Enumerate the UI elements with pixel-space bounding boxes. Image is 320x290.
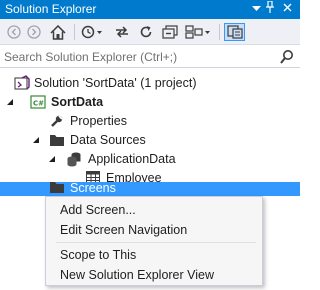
- collapse-all-icon[interactable]: [160, 23, 180, 41]
- tree-item-solution[interactable]: Solution 'SortData' (1 project): [0, 74, 300, 93]
- menu-item-new-solution-explorer-view[interactable]: New Solution Explorer View: [48, 265, 262, 285]
- search-input[interactable]: [4, 49, 274, 65]
- tree-item-label: Screens: [70, 181, 116, 195]
- folder-icon: [49, 181, 65, 197]
- menu-item-scope-to-this[interactable]: Scope to This: [48, 245, 262, 265]
- svg-text:C#: C#: [33, 100, 44, 108]
- tree-item-project[interactable]: C# SortData: [0, 93, 300, 112]
- tree-item-label: Data Sources: [70, 133, 146, 147]
- tree-item-label: Properties: [70, 114, 127, 128]
- window-title: Solution Explorer: [5, 2, 97, 16]
- close-icon[interactable]: [279, 1, 295, 17]
- forward-icon[interactable]: [25, 23, 43, 41]
- toolbar-separator: [74, 24, 75, 40]
- tree-item-application-data[interactable]: ApplicationData: [0, 150, 300, 169]
- tree-item-data-sources[interactable]: Data Sources: [0, 131, 300, 150]
- history-icon[interactable]: [80, 23, 106, 41]
- search-box: [0, 46, 300, 68]
- expanded-arrow-icon[interactable]: [32, 136, 41, 145]
- tree-item-label: ApplicationData: [88, 152, 176, 166]
- menu-item-label: Add Screen...: [60, 203, 136, 217]
- database-icon: [66, 151, 82, 167]
- sync-icon[interactable]: [112, 23, 132, 41]
- menu-item-label: New Solution Explorer View: [60, 268, 215, 282]
- toolbar: [0, 19, 300, 45]
- menu-item-label: Scope to This: [60, 248, 137, 262]
- refresh-icon[interactable]: [136, 23, 156, 41]
- menu-item-add-screen[interactable]: Add Screen...: [48, 200, 262, 220]
- menu-item-label: Edit Screen Navigation: [60, 223, 188, 237]
- pin-icon[interactable]: [262, 0, 278, 17]
- context-menu: Add Screen... Edit Screen Navigation Sco…: [45, 196, 263, 286]
- csharp-project-icon: C#: [30, 94, 46, 110]
- menu-separator: [56, 242, 256, 243]
- home-icon[interactable]: [48, 23, 68, 41]
- tree-item-label: SortData: [51, 95, 104, 109]
- folder-icon: [49, 133, 65, 149]
- tree-item-properties[interactable]: Properties: [0, 112, 300, 131]
- toolbar-separator: [219, 24, 220, 40]
- tree-item-screens[interactable]: Screens: [0, 181, 300, 197]
- switch-views-icon[interactable]: [224, 23, 245, 41]
- expanded-arrow-icon[interactable]: [6, 98, 15, 107]
- tree-item-label: Solution 'SortData' (1 project): [34, 76, 197, 90]
- title-bar: Solution Explorer: [0, 0, 300, 19]
- wrench-icon: [50, 114, 66, 130]
- menu-item-edit-screen-navigation[interactable]: Edit Screen Navigation: [48, 220, 262, 240]
- show-all-files-icon[interactable]: [184, 23, 214, 41]
- solution-icon: [14, 75, 30, 91]
- expanded-arrow-icon[interactable]: [48, 155, 57, 164]
- search-icon[interactable]: [280, 49, 294, 65]
- back-icon[interactable]: [5, 23, 23, 41]
